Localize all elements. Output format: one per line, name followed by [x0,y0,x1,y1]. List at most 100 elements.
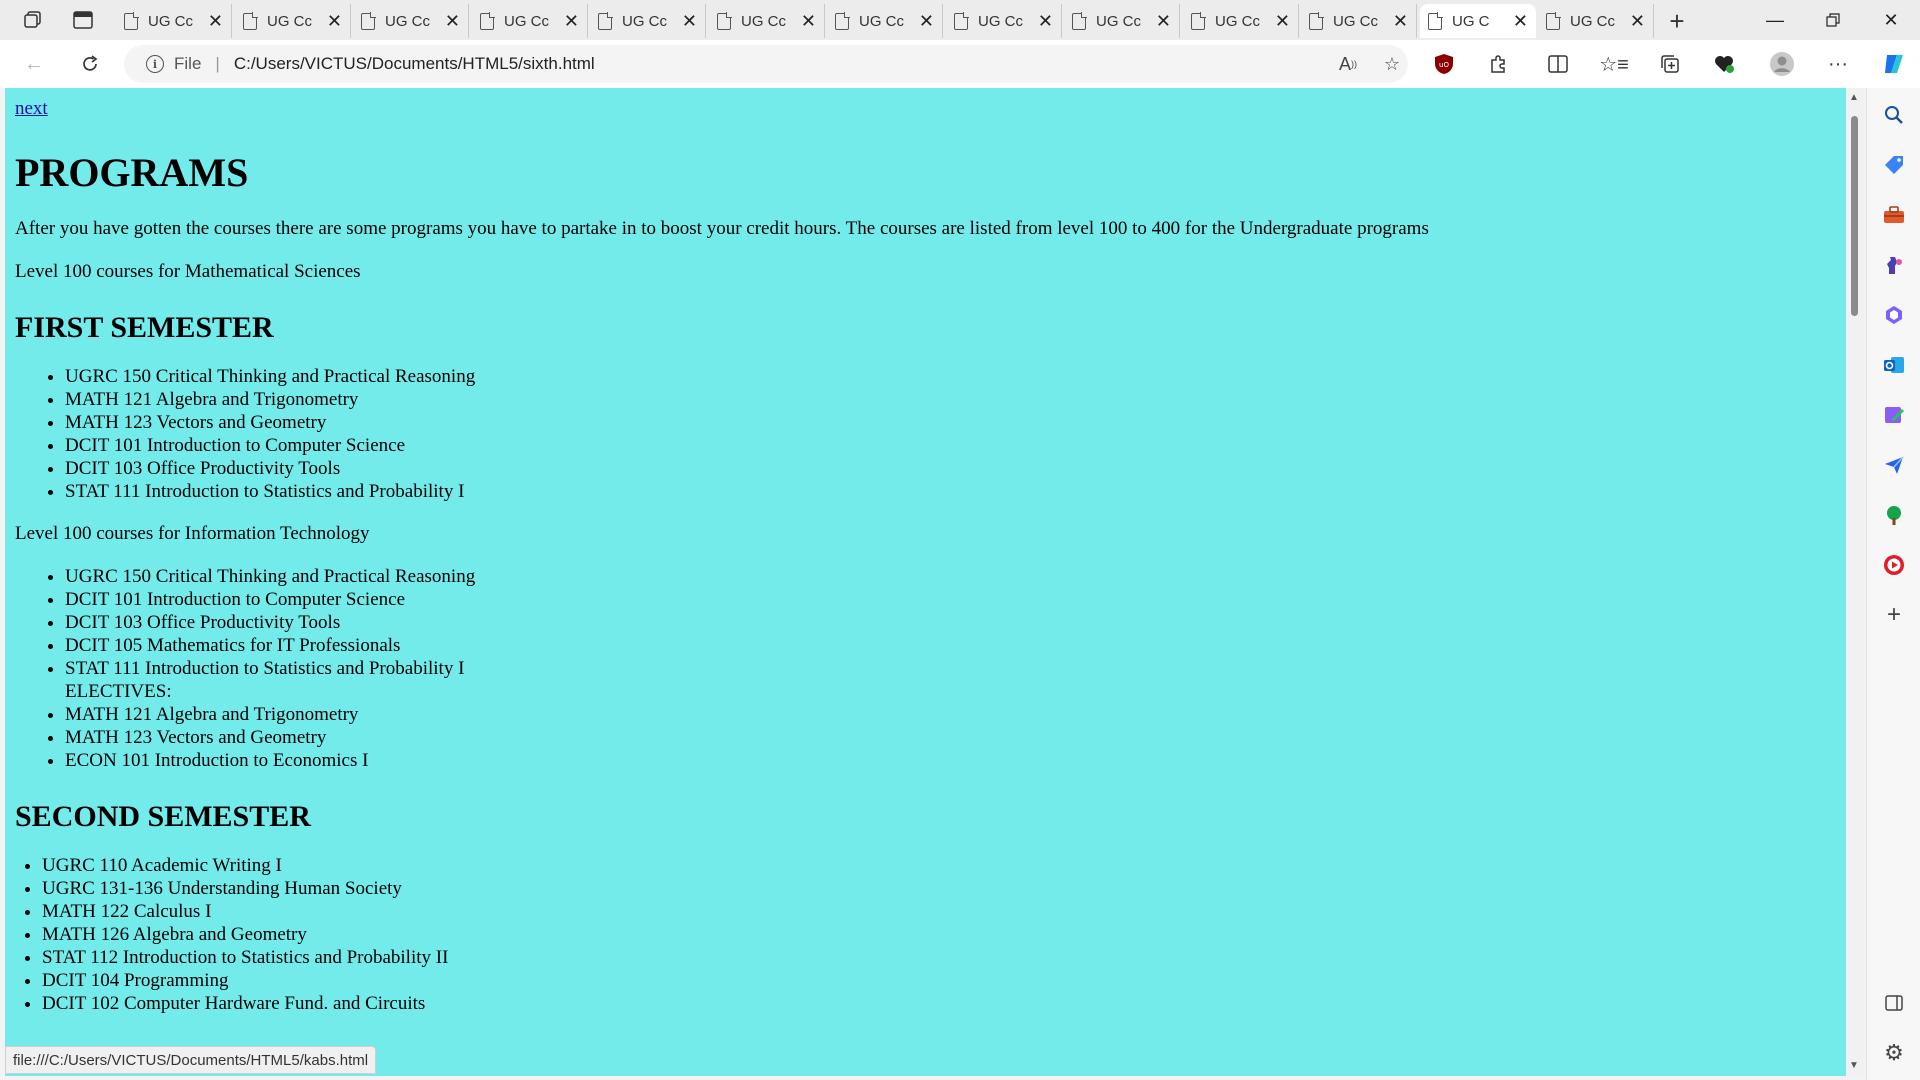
close-tab-icon[interactable]: ✕ [682,11,697,32]
outlook-icon[interactable] [1881,352,1907,378]
tab[interactable]: UG Cc ✕ [1301,4,1417,38]
close-tab-icon[interactable]: ✕ [801,11,816,32]
list-item: STAT 111 Introduction to Statistics and … [65,657,1836,680]
refresh-button[interactable] [72,46,108,82]
tab[interactable]: UG Cc ✕ [590,4,706,38]
tab[interactable]: UG Cc ✕ [709,4,825,38]
tools-briefcase-icon[interactable] [1881,202,1907,228]
close-tab-icon[interactable]: ✕ [1275,11,1290,32]
scroll-down-arrow-icon[interactable]: ▼ [1849,1060,1859,1071]
document-icon [598,11,613,30]
microsoft-365-icon[interactable] [1881,302,1907,328]
list-item: MATH 123 Vectors and Geometry [65,411,1836,434]
electives-label: ELECTIVES: [65,681,172,702]
settings-gear-icon[interactable]: ⚙ [1881,1040,1907,1066]
site-info-icon[interactable]: i [146,55,164,73]
favorite-star-icon[interactable]: ☆ [1374,45,1410,83]
document-icon [717,11,732,30]
tab[interactable]: UG Cc ✕ [472,4,588,38]
tab[interactable]: UG Cc ✕ [353,4,469,38]
tab-strip: UG Cc ✕ UG Cc ✕ UG Cc ✕ UG Cc ✕ UG Cc ✕ UG Cc ✕ UG C… [0,0,1920,40]
tab[interactable]: UG Cc ✕ [1538,4,1654,38]
tab-active[interactable]: UG C ✕ [1420,4,1536,38]
add-sidebar-app-icon[interactable]: + [1881,601,1907,628]
tab-title: UG Cc [741,12,786,30]
close-tab-icon[interactable]: ✕ [445,11,460,32]
scheme-label: File [174,54,202,73]
list-item: STAT 111 Introduction to Statistics and … [65,480,1836,503]
tab[interactable]: UG Cc ✕ [946,4,1062,38]
list-item: UGRC 150 Critical Thinking and Practical… [65,365,1836,388]
list-item: MATH 122 Calculus I [42,900,1836,923]
close-tab-icon[interactable]: ✕ [208,11,223,32]
games-icon[interactable] [1881,252,1907,278]
split-screen-icon[interactable] [1540,46,1576,82]
browser-essentials-icon[interactable] [1706,46,1742,82]
it-level-heading: Level 100 courses for Information Techno… [15,523,370,544]
scroll-up-arrow-icon[interactable]: ▲ [1849,92,1859,103]
tab-title: UG Cc [1096,12,1141,30]
list-item: DCIT 101 Introduction to Computer Scienc… [65,588,1836,611]
address-bar[interactable]: i File | C:/Users/VICTUS/Documents/HTML5… [124,45,1408,83]
close-window-button[interactable]: ✕ [1862,0,1920,40]
workspaces-icon[interactable] [12,0,54,40]
media-player-icon[interactable] [1881,552,1907,578]
page-scrollbar[interactable]: ▲ ▼ [1846,88,1864,1076]
tab[interactable]: UG Cc ✕ [1183,4,1299,38]
it-course-list: UGRC 150 Critical Thinking and Practical… [15,565,1836,772]
close-tab-icon[interactable]: ✕ [1513,11,1528,32]
list-item: UGRC 150 Critical Thinking and Practical… [65,565,1836,588]
list-item: MATH 123 Vectors and Geometry [65,726,1836,749]
profile-avatar[interactable] [1764,46,1800,82]
close-tab-icon[interactable]: ✕ [1156,11,1171,32]
document-icon [243,11,258,30]
tab[interactable]: UG Cc ✕ [116,4,232,38]
minimize-button[interactable]: — [1746,0,1804,40]
list-item: MATH 121 Algebra and Trigonometry [65,703,1836,726]
tab-title: UG Cc [622,12,667,30]
hide-sidebar-icon[interactable] [1881,990,1907,1016]
tab[interactable]: UG Cc ✕ [235,4,351,38]
scroll-thumb[interactable] [1851,116,1858,316]
tab-title: UG Cc [1215,12,1260,30]
browser-toolbar: ← i File | C:/Users/VICTUS/Documents/HTM… [0,40,1920,88]
close-tab-icon[interactable]: ✕ [564,11,579,32]
tab[interactable]: UG Cc ✕ [827,4,943,38]
list-item: DCIT 103 Office Productivity Tools [65,457,1836,480]
restore-button[interactable] [1804,0,1862,40]
ublock-extension-icon[interactable]: uO [1426,46,1462,82]
close-tab-icon[interactable]: ✕ [1038,11,1053,32]
document-icon [124,11,139,30]
close-tab-icon[interactable]: ✕ [919,11,934,32]
collections-icon[interactable] [1652,46,1688,82]
tab-title: UG Cc [859,12,904,30]
read-aloud-icon[interactable]: A)) [1330,45,1366,83]
new-tab-button[interactable]: + [1660,4,1694,38]
close-tab-icon[interactable]: ✕ [1393,11,1408,32]
send-paper-plane-icon[interactable] [1881,452,1907,478]
list-item: DCIT 103 Office Productivity Tools [65,611,1836,634]
list-item: DCIT 104 Programming [42,969,1836,992]
search-icon[interactable] [1881,102,1907,128]
document-icon [480,11,495,30]
tab-actions-icon[interactable] [62,0,104,40]
close-tab-icon[interactable]: ✕ [327,11,342,32]
tree-icon[interactable] [1881,502,1907,528]
more-menu-icon[interactable]: ··· [1820,46,1856,82]
back-button[interactable]: ← [16,46,52,82]
shopping-tag-icon[interactable] [1881,152,1907,178]
tab-title: UG Cc [978,12,1023,30]
url-text[interactable]: C:/Users/VICTUS/Documents/HTML5/sixth.ht… [234,54,595,74]
list-item: UGRC 131-136 Understanding Human Society [42,877,1836,900]
close-tab-icon[interactable]: ✕ [1630,11,1645,32]
copilot-icon[interactable] [1876,46,1912,82]
tab[interactable]: UG Cc ✕ [1064,4,1180,38]
next-link[interactable]: next [15,98,48,120]
address-separator: | [215,54,220,73]
list-item: STAT 112 Introduction to Statistics and … [42,946,1836,969]
favorites-icon[interactable]: ☆≡ [1596,46,1632,82]
extensions-icon[interactable] [1480,46,1516,82]
list-item: MATH 121 Algebra and Trigonometry [65,388,1836,411]
tab-title: UG Cc [1570,12,1615,30]
drop-notes-icon[interactable] [1881,402,1907,428]
